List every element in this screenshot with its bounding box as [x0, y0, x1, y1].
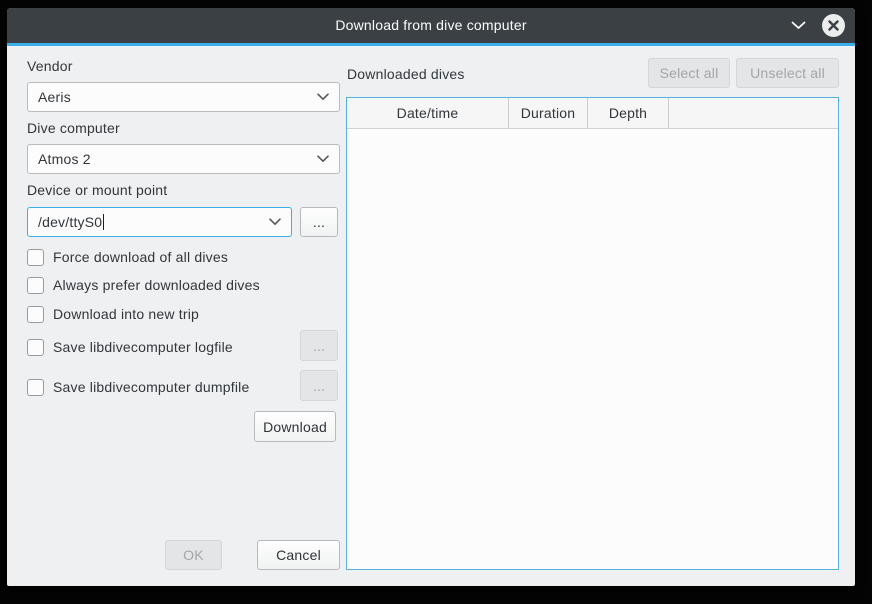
- checkbox-force-download[interactable]: Force download of all dives: [27, 248, 228, 266]
- logfile-browse-button[interactable]: ...: [300, 330, 338, 361]
- chevron-down-icon: [317, 155, 329, 163]
- dive-computer-value: Atmos 2: [38, 151, 317, 167]
- column-header-depth[interactable]: Depth: [588, 98, 669, 128]
- device-value: /dev/ttyS0: [38, 214, 102, 230]
- checkbox-box[interactable]: [27, 379, 44, 396]
- checkbox-new-trip[interactable]: Download into new trip: [27, 305, 199, 323]
- text-caret: [103, 214, 104, 230]
- chevron-down-icon: [317, 93, 329, 101]
- dive-computer-dropdown[interactable]: Atmos 2: [27, 144, 340, 174]
- dialog-content: Vendor Aeris Dive computer Atmos 2 Devic…: [7, 46, 855, 586]
- checkbox-label: Force download of all dives: [53, 249, 228, 265]
- table-header-row: Date/time Duration Depth: [347, 98, 838, 129]
- chevron-down-icon: [791, 21, 806, 30]
- checkbox-box[interactable]: [27, 277, 44, 294]
- dumpfile-browse-button[interactable]: ...: [300, 370, 338, 401]
- chevron-down-icon: [269, 218, 281, 226]
- device-combobox[interactable]: /dev/ttyS0: [27, 207, 292, 237]
- ok-button[interactable]: OK: [165, 540, 222, 570]
- checkbox-box[interactable]: [27, 249, 44, 266]
- checkbox-label: Always prefer downloaded dives: [53, 277, 260, 293]
- close-icon: [828, 20, 839, 31]
- vendor-dropdown[interactable]: Aeris: [27, 82, 340, 112]
- device-label: Device or mount point: [27, 182, 167, 198]
- checkbox-prefer-downloaded[interactable]: Always prefer downloaded dives: [27, 276, 260, 294]
- checkbox-box[interactable]: [27, 339, 44, 356]
- vendor-value: Aeris: [38, 89, 317, 105]
- checkbox-save-dumpfile[interactable]: Save libdivecomputer dumpfile: [27, 378, 249, 396]
- table-body-empty[interactable]: [347, 129, 838, 569]
- cancel-button[interactable]: Cancel: [257, 540, 340, 570]
- device-browse-button[interactable]: ...: [300, 207, 338, 237]
- downloaded-dives-label: Downloaded dives: [347, 66, 465, 82]
- vendor-label: Vendor: [27, 58, 73, 74]
- checkbox-label: Save libdivecomputer dumpfile: [53, 379, 249, 395]
- checkbox-box[interactable]: [27, 306, 44, 323]
- column-header-datetime[interactable]: Date/time: [347, 98, 509, 128]
- checkbox-label: Save libdivecomputer logfile: [53, 339, 233, 355]
- column-header-empty[interactable]: [669, 98, 838, 128]
- close-button[interactable]: [822, 14, 845, 37]
- downloaded-dives-table[interactable]: Date/time Duration Depth: [346, 97, 839, 570]
- select-all-button[interactable]: Select all: [648, 58, 730, 88]
- shade-button[interactable]: [789, 17, 807, 33]
- column-header-duration[interactable]: Duration: [509, 98, 588, 128]
- titlebar[interactable]: Download from dive computer: [7, 8, 855, 43]
- dive-computer-label: Dive computer: [27, 120, 120, 136]
- download-button[interactable]: Download: [254, 411, 336, 442]
- download-dialog: Download from dive computer Vendor Aeris…: [7, 8, 855, 586]
- checkbox-save-logfile[interactable]: Save libdivecomputer logfile: [27, 338, 233, 356]
- unselect-all-button[interactable]: Unselect all: [736, 58, 839, 88]
- checkbox-label: Download into new trip: [53, 306, 199, 322]
- window-title: Download from dive computer: [7, 8, 855, 43]
